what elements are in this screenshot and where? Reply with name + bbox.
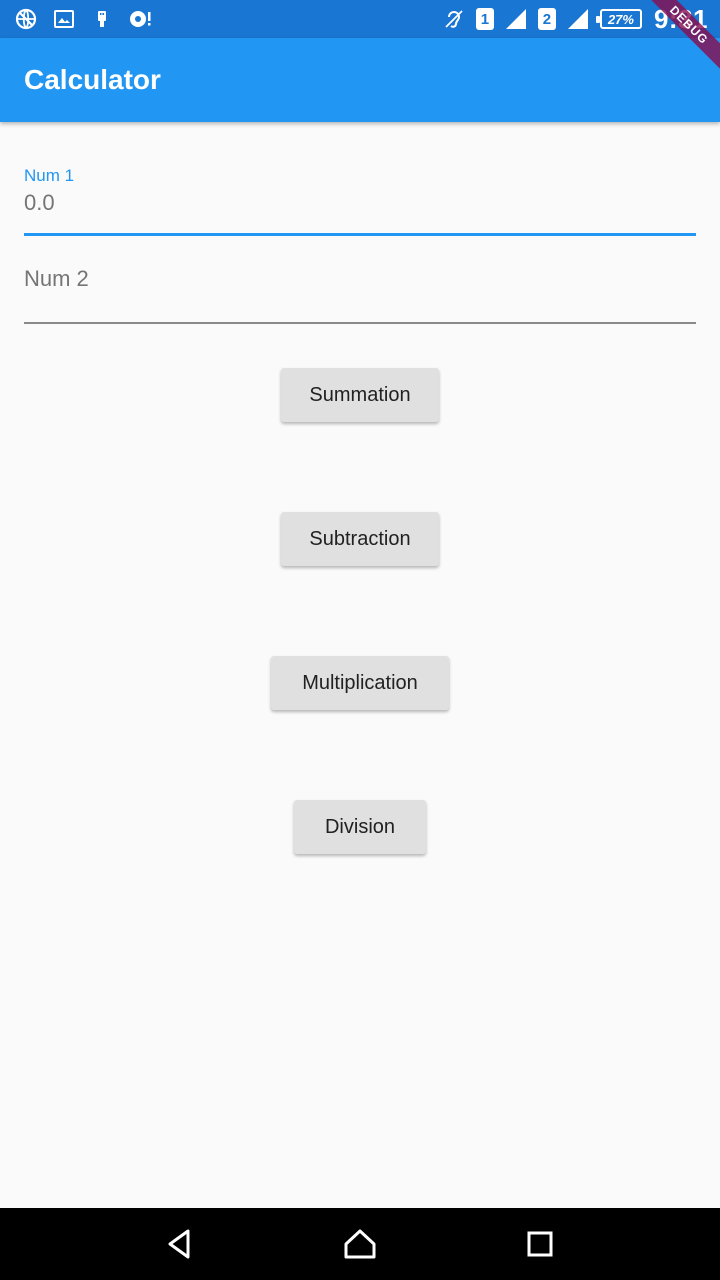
division-button[interactable]: Division bbox=[294, 800, 426, 854]
num1-field[interactable]: Num 1 0.0 bbox=[24, 160, 696, 236]
status-left-icons bbox=[14, 0, 152, 38]
battery-icon: 27% bbox=[595, 9, 642, 29]
num1-label: Num 1 bbox=[24, 166, 75, 185]
image-icon bbox=[52, 7, 76, 31]
multiplication-button[interactable]: Multiplication bbox=[271, 656, 449, 710]
app-title: Calculator bbox=[24, 64, 161, 95]
summation-button[interactable]: Summation bbox=[281, 368, 439, 422]
sim2-signal-icon bbox=[566, 7, 590, 31]
sync-alert-icon bbox=[128, 7, 152, 31]
status-bar: 1 2 27% 9:31 bbox=[0, 0, 720, 38]
sim2-badge: 2 bbox=[537, 8, 556, 30]
battery-percent: 27% bbox=[607, 11, 634, 27]
recents-icon[interactable] bbox=[522, 1226, 558, 1262]
num1-value[interactable]: 0.0 bbox=[24, 190, 55, 216]
vpn-globe-icon bbox=[14, 7, 38, 31]
hearing-aid-icon bbox=[442, 7, 466, 31]
usb-icon bbox=[90, 7, 114, 31]
num2-placeholder[interactable]: Num 2 bbox=[24, 266, 89, 292]
sim1-signal-icon bbox=[504, 7, 528, 31]
subtraction-button[interactable]: Subtraction bbox=[281, 512, 439, 566]
home-icon[interactable] bbox=[342, 1226, 378, 1262]
navigation-bar bbox=[0, 1208, 720, 1280]
back-icon[interactable] bbox=[162, 1226, 198, 1262]
num2-field[interactable]: Num 2 bbox=[24, 252, 696, 324]
app-bar: Calculator bbox=[0, 38, 720, 122]
sim1-badge: 1 bbox=[475, 8, 494, 30]
